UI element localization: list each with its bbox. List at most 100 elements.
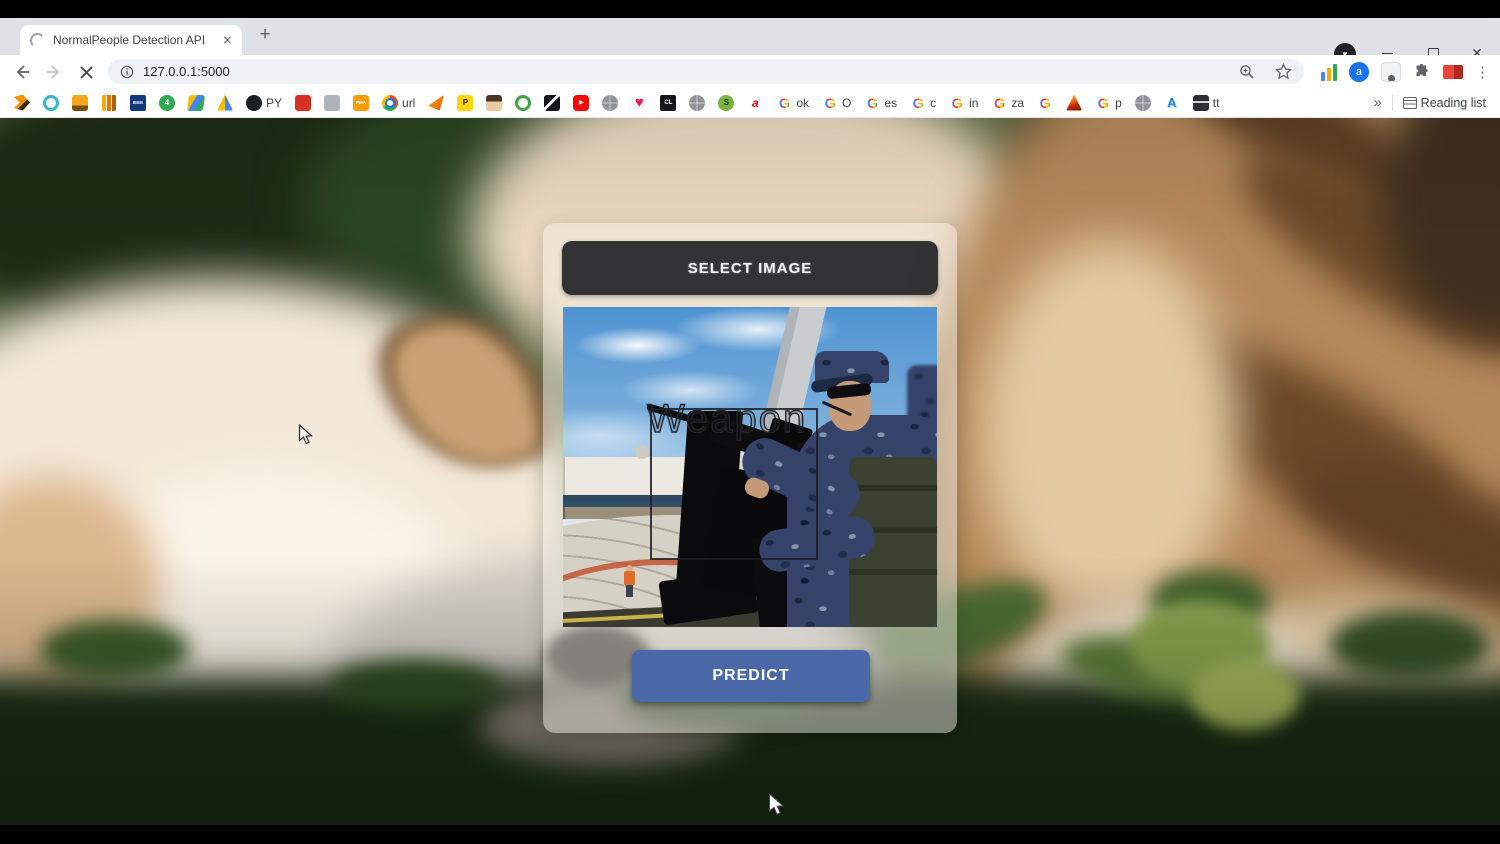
url-shortener-icon xyxy=(382,94,399,111)
stop-loading-button[interactable] xyxy=(74,60,98,84)
red-extension-icon[interactable] xyxy=(1443,64,1463,79)
browser-menu-icon[interactable]: ⋮ xyxy=(1475,63,1490,81)
bookmark-item-flame-app[interactable] xyxy=(14,94,30,111)
bookmark-item-google-ok[interactable]: Gok xyxy=(776,95,809,111)
url-text: 127.0.0.1:5000 xyxy=(143,64,230,79)
airtel-icon: a xyxy=(752,95,759,110)
blue-a-extension-icon[interactable]: a xyxy=(1349,61,1369,82)
bookmark-item-yellow-p[interactable]: P xyxy=(457,94,474,111)
tab-title: NormalPeople Detection API xyxy=(53,33,206,47)
bookmark-item-gray-app[interactable] xyxy=(324,94,341,111)
bookmark-item-google-o[interactable]: GO xyxy=(822,95,852,111)
page-info-icon[interactable] xyxy=(120,65,134,79)
back-button[interactable] xyxy=(10,60,34,84)
detection-card: SELECT IMAGE Weapon PREDICT xyxy=(543,223,957,733)
bookmark-item-github-py[interactable]: PY xyxy=(246,94,282,111)
bookmark-item-teal-app[interactable] xyxy=(43,94,59,111)
google-icon: G xyxy=(1037,95,1053,111)
green-four-icon: 4 xyxy=(159,94,175,111)
bookmarks-divider xyxy=(1391,94,1393,111)
bookmark-item-google-es[interactable]: Ges xyxy=(864,95,897,111)
green-s-icon: S xyxy=(718,94,735,111)
bookmark-item-globe-2[interactable] xyxy=(689,94,706,111)
new-tab-button[interactable]: + xyxy=(252,21,278,49)
bookmark-item-ieee[interactable]: IEEE xyxy=(130,94,146,111)
cl-site-icon: CL xyxy=(660,94,677,111)
extension-icons: a ⋮ xyxy=(1321,59,1490,84)
blue-a-icon: A xyxy=(1167,95,1177,110)
bookmark-item-phpmyadmin[interactable]: PMA xyxy=(353,94,370,111)
select-image-label: SELECT IMAGE xyxy=(687,259,813,277)
bookmark-item-dark-app[interactable] xyxy=(544,94,561,111)
forward-button[interactable] xyxy=(42,60,66,84)
bookmark-item-blue-a[interactable]: A xyxy=(1164,95,1180,111)
globe-2-icon xyxy=(689,94,706,111)
bookmark-label: p xyxy=(1115,95,1122,110)
bookmark-label: c xyxy=(930,95,937,110)
bookmark-item-green-s[interactable]: S xyxy=(718,94,735,111)
orange-app-icon xyxy=(72,94,88,111)
select-image-button[interactable]: SELECT IMAGE xyxy=(562,241,938,295)
bookmark-item-youtube[interactable]: ▶ xyxy=(573,94,590,111)
bookmark-item-green-ring-app[interactable] xyxy=(515,94,532,111)
detection-label: Weapon xyxy=(646,397,808,441)
bookmark-item-green-four[interactable]: 4 xyxy=(159,94,175,111)
letterbox-bottom xyxy=(0,825,1500,844)
bookmark-item-orange-app[interactable] xyxy=(72,94,88,111)
bookmark-item-printer-tt[interactable]: tt xyxy=(1192,94,1219,111)
teal-app-icon xyxy=(43,94,59,111)
google-ok-icon: G xyxy=(776,95,792,111)
bookmark-item-google-in[interactable]: Gin xyxy=(949,95,979,111)
mouse-cursor xyxy=(298,423,314,451)
reading-list-icon xyxy=(1402,96,1417,109)
analytics-icon xyxy=(101,94,117,111)
stop-icon xyxy=(79,65,93,79)
reading-list-label: Reading list xyxy=(1420,95,1486,110)
bookmark-item-google-c[interactable]: Gc xyxy=(910,95,936,111)
bookmark-item-google-p[interactable]: Gp xyxy=(1095,95,1122,111)
bookmarks-overflow-chevron[interactable]: » xyxy=(1373,94,1381,111)
url-bar[interactable]: 127.0.0.1:5000 xyxy=(108,59,1304,84)
yellow-p-icon: P xyxy=(457,94,474,111)
bookmark-item-globe-3[interactable] xyxy=(1134,94,1151,111)
bookmark-item-url-shortener[interactable]: url xyxy=(382,94,416,111)
browser-tab[interactable]: NormalPeople Detection API ✕ xyxy=(20,25,242,55)
bookmark-item-analytics[interactable] xyxy=(101,94,117,111)
tab-loading-spinner-icon xyxy=(30,32,45,48)
bookmark-item-cl-site[interactable]: CL xyxy=(660,94,677,111)
bookmark-label: O xyxy=(842,95,852,110)
bookmark-label: url xyxy=(402,95,416,110)
minimize-icon xyxy=(1381,52,1393,54)
flame-app-icon xyxy=(14,94,30,111)
detection-bounding-box: Weapon xyxy=(646,398,818,560)
bookmark-item-heart[interactable]: ♥ xyxy=(631,95,647,111)
heart-icon: ♥ xyxy=(634,94,644,111)
google-za-icon: G xyxy=(991,95,1007,111)
google-es-icon: G xyxy=(864,95,880,111)
gray-extension-icon[interactable] xyxy=(1381,61,1401,82)
analytics-extension-icon[interactable] xyxy=(1321,63,1337,81)
bookmark-star-icon[interactable] xyxy=(1275,63,1292,80)
globe-3-icon xyxy=(1134,94,1151,111)
bookmark-item-face-app[interactable] xyxy=(486,94,503,111)
bookmark-item-globe-1[interactable] xyxy=(602,94,619,111)
forward-icon xyxy=(47,65,60,79)
bookmark-label: es xyxy=(884,95,898,110)
matlab-icon xyxy=(1066,94,1083,111)
zoom-icon[interactable] xyxy=(1239,64,1255,80)
mouse-cursor-secondary xyxy=(768,792,786,822)
bookmark-item-google-ads[interactable] xyxy=(186,94,206,111)
bookmark-item-matlab[interactable] xyxy=(1066,94,1083,111)
bookmark-item-orange-bird[interactable] xyxy=(428,94,445,111)
bookmark-item-airtel[interactable]: a xyxy=(747,95,763,111)
tab-close-icon[interactable]: ✕ xyxy=(223,34,232,47)
extensions-puzzle-icon[interactable] xyxy=(1413,63,1431,81)
predict-button[interactable]: PREDICT xyxy=(632,650,870,702)
bookmark-item-google-ads-triangle[interactable] xyxy=(217,94,233,111)
reading-list-button[interactable]: Reading list xyxy=(1402,95,1486,110)
bookmark-item-google[interactable]: G xyxy=(1037,95,1053,111)
bookmark-item-google-za[interactable]: Gza xyxy=(991,95,1024,111)
printer-tt-icon xyxy=(1192,94,1209,111)
predict-label: PREDICT xyxy=(712,667,790,684)
bookmark-item-red-doc[interactable] xyxy=(295,94,312,111)
